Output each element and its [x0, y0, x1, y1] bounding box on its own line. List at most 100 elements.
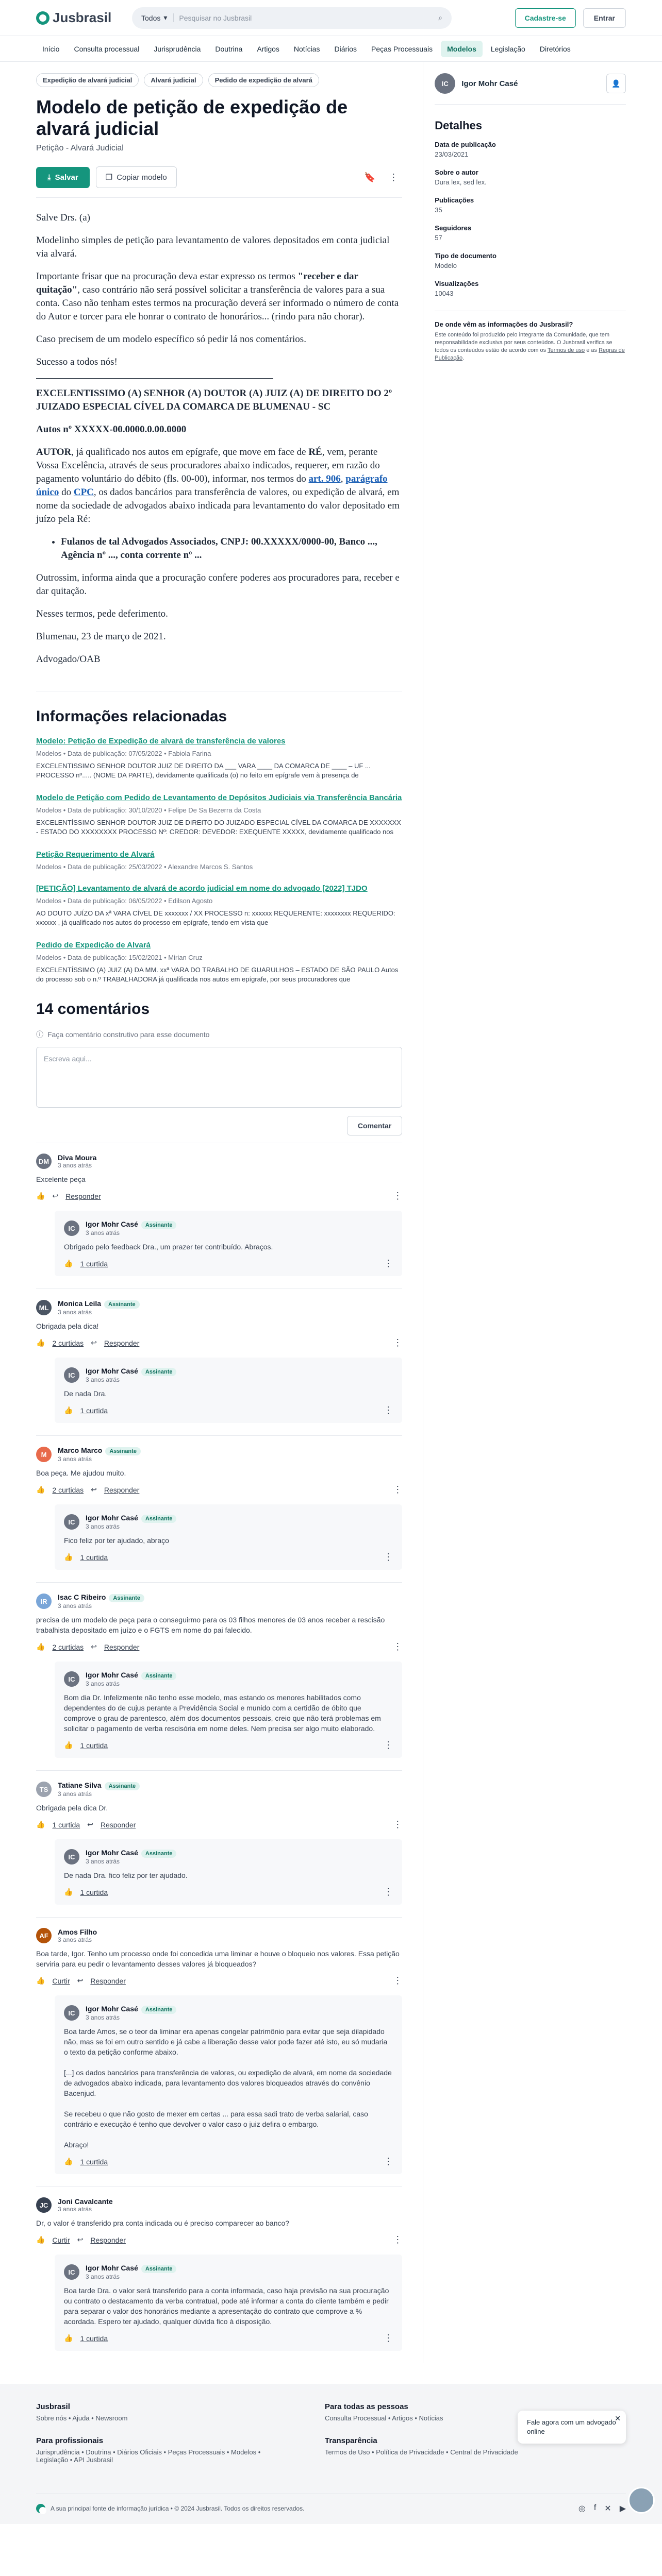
signup-button[interactable]: Cadastre-se	[515, 8, 576, 28]
like-icon[interactable]: 👍	[64, 1259, 73, 1268]
x-icon[interactable]: ✕	[604, 2503, 611, 2514]
avatar[interactable]: JC	[36, 2197, 52, 2213]
facebook-icon[interactable]: f	[594, 2503, 596, 2514]
more-options-icon[interactable]: ⋮	[384, 1552, 393, 1563]
avatar[interactable]: ML	[36, 1300, 52, 1315]
commenter-name[interactable]: Igor Mohr Casé Assinante	[86, 1367, 177, 1376]
close-icon[interactable]: ✕	[615, 2414, 621, 2423]
commenter-name[interactable]: Igor Mohr Casé Assinante	[86, 1514, 177, 1523]
like-icon[interactable]: 👍	[36, 1485, 45, 1494]
avatar[interactable]: TS	[36, 1782, 52, 1797]
commenter-name[interactable]: Isac C Ribeiro Assinante	[58, 1593, 144, 1602]
law-link[interactable]: art. 906	[309, 473, 341, 484]
footer-links[interactable]: Sobre nós • Ajuda • Newsroom	[36, 2414, 294, 2422]
like-count[interactable]: 2 curtidas	[52, 1339, 84, 1347]
reply-link[interactable]: Responder	[90, 1977, 126, 1985]
like-count[interactable]: 1 curtida	[52, 1821, 80, 1829]
reply-link[interactable]: Responder	[104, 1339, 140, 1347]
more-options-icon[interactable]: ⋮	[384, 1887, 393, 1897]
like-icon[interactable]: 👍	[36, 1976, 45, 1985]
reply-link[interactable]: Responder	[104, 1486, 140, 1494]
topic-chip[interactable]: Alvará judicial	[144, 73, 203, 87]
like-count[interactable]: Curtir	[52, 2236, 70, 2244]
more-options-icon[interactable]: ⋮	[393, 1337, 402, 1348]
related-link[interactable]: Modelo de Petição com Pedido de Levantam…	[36, 793, 402, 802]
like-count[interactable]: 2 curtidas	[52, 1643, 84, 1651]
like-count[interactable]: 1 curtida	[80, 1260, 108, 1268]
like-icon[interactable]: 👍	[36, 1642, 45, 1651]
like-count[interactable]: 1 curtida	[80, 2334, 108, 2343]
youtube-icon[interactable]: ▶	[620, 2503, 626, 2514]
like-icon[interactable]: 👍	[64, 2157, 73, 2166]
reply-link[interactable]: Responder	[65, 1192, 101, 1200]
avatar[interactable]: AF	[36, 1928, 52, 1943]
like-icon[interactable]: 👍	[36, 1820, 45, 1829]
footer-links[interactable]: Jurisprudência • Doutrina • Diários Ofic…	[36, 2448, 294, 2464]
login-button[interactable]: Entrar	[583, 8, 626, 28]
search-input[interactable]: Pesquisar no Jusbrasil	[179, 14, 433, 22]
avatar[interactable]: IC	[64, 2005, 79, 2021]
instagram-icon[interactable]: ◎	[578, 2503, 586, 2514]
more-options-icon[interactable]: ⋮	[393, 1484, 402, 1495]
like-icon[interactable]: 👍	[64, 1741, 73, 1750]
search-scope-select[interactable]: Todos ▾	[141, 13, 174, 22]
related-link[interactable]: Petição Requerimento de Alvará	[36, 850, 402, 859]
nav-item[interactable]: Diretórios	[534, 41, 577, 57]
nav-item[interactable]: Modelos	[441, 40, 483, 57]
commenter-name[interactable]: Tatiane Silva Assinante	[58, 1781, 140, 1790]
jusbrasil-logo[interactable]: Jusbrasil	[36, 10, 124, 26]
like-count[interactable]: 1 curtida	[80, 1406, 108, 1415]
avatar[interactable]: IC	[64, 1221, 79, 1236]
topic-chip[interactable]: Pedido de expedição de alvará	[208, 73, 319, 87]
reply-link[interactable]: Responder	[90, 2236, 126, 2244]
terms-link[interactable]: Termos de uso	[548, 347, 585, 353]
related-link[interactable]: [PETIÇÃO] Levantamento de alvará de acor…	[36, 884, 402, 893]
like-count[interactable]: 1 curtida	[80, 1553, 108, 1562]
more-options-icon[interactable]: ⋮	[384, 1405, 393, 1416]
commenter-name[interactable]: Monica Leila Assinante	[58, 1299, 140, 1309]
search-bar[interactable]: Todos ▾ Pesquisar no Jusbrasil ⌕	[132, 7, 452, 29]
more-options-icon[interactable]: ⋮	[384, 2156, 393, 2167]
commenter-name[interactable]: Igor Mohr Casé Assinante	[86, 1671, 177, 1680]
search-icon[interactable]: ⌕	[438, 13, 442, 22]
more-options-icon[interactable]: ⋮	[384, 2333, 393, 2344]
reply-link[interactable]: Responder	[101, 1821, 136, 1829]
like-count[interactable]: 1 curtida	[80, 1888, 108, 1896]
avatar[interactable]: DM	[36, 1154, 52, 1169]
avatar[interactable]: IC	[64, 1849, 79, 1865]
like-icon[interactable]: 👍	[36, 1338, 45, 1347]
more-options-icon[interactable]: ⋮	[393, 1191, 402, 1201]
nav-item[interactable]: Artigos	[251, 41, 286, 57]
topic-chip[interactable]: Expedição de alvará judicial	[36, 73, 139, 87]
commenter-name[interactable]: Amos Filho	[58, 1928, 97, 1936]
commenter-name[interactable]: Igor Mohr Casé Assinante	[86, 1849, 177, 1858]
like-count[interactable]: 1 curtida	[80, 2158, 108, 2166]
like-icon[interactable]: 👍	[64, 2334, 73, 2343]
nav-item[interactable]: Consulta processual	[68, 41, 145, 57]
avatar[interactable]: IC	[64, 1514, 79, 1530]
like-count[interactable]: 2 curtidas	[52, 1486, 84, 1494]
bookmark-icon[interactable]: 🔖	[361, 168, 378, 186]
copy-button[interactable]: ❐ Copiar modelo	[95, 166, 177, 188]
save-button[interactable]: ⤓ Salvar	[36, 166, 90, 188]
nav-item[interactable]: Jurisprudência	[147, 41, 207, 57]
follow-user-icon[interactable]: 👤	[606, 74, 626, 93]
avatar[interactable]: IC	[435, 73, 456, 94]
like-icon[interactable]: 👍	[36, 1192, 45, 1200]
commenter-name[interactable]: Joni Cavalcante	[58, 2197, 113, 2206]
avatar[interactable]: IC	[64, 2264, 79, 2280]
more-options-icon[interactable]: ⋮	[385, 168, 402, 186]
like-icon[interactable]: 👍	[64, 1553, 73, 1562]
nav-item[interactable]: Peças Processuais	[365, 41, 439, 57]
author-name[interactable]: Igor Mohr Casé	[461, 79, 600, 88]
more-options-icon[interactable]: ⋮	[393, 1819, 402, 1830]
avatar[interactable]: IR	[36, 1594, 52, 1609]
more-options-icon[interactable]: ⋮	[393, 2234, 402, 2245]
chat-popup[interactable]: ✕ Fale agora com um advogado online	[518, 2411, 626, 2444]
more-options-icon[interactable]: ⋮	[384, 1740, 393, 1751]
footer-links[interactable]: Termos de Uso • Política de Privacidade …	[325, 2448, 583, 2456]
commenter-name[interactable]: Igor Mohr Casé Assinante	[86, 1220, 177, 1229]
more-options-icon[interactable]: ⋮	[393, 1975, 402, 1986]
like-count[interactable]: Curtir	[52, 1977, 70, 1985]
like-icon[interactable]: 👍	[64, 1888, 73, 1896]
